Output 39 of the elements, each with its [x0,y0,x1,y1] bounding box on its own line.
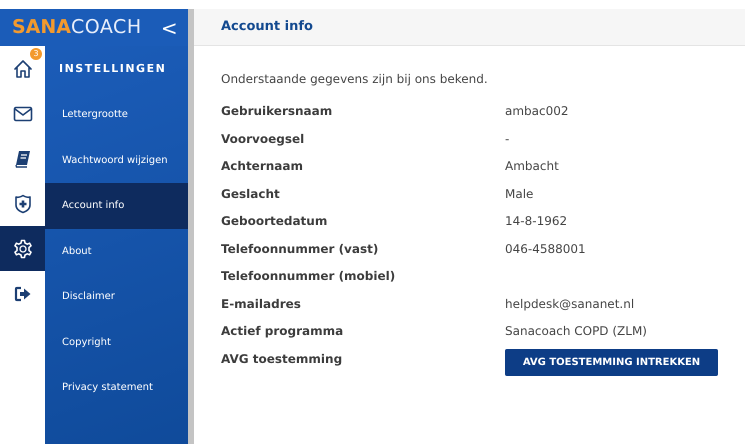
submenu-item[interactable]: Privacy statement [45,365,188,410]
notification-count: 3 [30,48,42,60]
field-label: Actief programma [221,323,344,340]
book-icon [14,150,32,168]
field-label: Telefoonnummer (vast) [221,240,380,258]
field-label: Achternaam [221,158,304,175]
field-label: Voorvoegsel [221,130,306,148]
field-label: E-mailadres [221,296,302,312]
home-icon [12,58,32,78]
intro-text: Onderstaande gegevens zijn bij ons bekend. [221,71,489,88]
revoke-consent-button[interactable]: AVG TOESTEMMING INTREKKEN [505,348,718,376]
submenu-item[interactable]: Wachtwoord wijzigen [45,138,188,183]
submenu-item[interactable]: About [45,228,188,274]
field-value: helpdesk@sananet.nl [505,296,634,312]
mail-icon [12,106,32,122]
collapse-button[interactable]: < [160,18,178,38]
settings-icon [12,238,32,258]
submenu-item[interactable]: Lettergrootte [45,92,188,138]
submenu-item[interactable]: Disclaimer [45,274,188,320]
page-title: Account info [221,18,313,36]
field-value: 046-4588001 [505,240,586,258]
field-value: Sanacoach COPD (ZLM) [505,323,647,340]
field-label: Geboortedatum [221,213,328,230]
submenu-heading: INSTELLINGEN [59,60,166,77]
field-label: Telefoonnummer (mobiel) [221,268,396,285]
field-value: - [505,130,510,148]
nav-button[interactable] [0,226,45,271]
submenu-item[interactable]: Copyright [45,320,188,365]
submenu-item[interactable]: Account info [45,183,188,228]
shield-icon [14,194,32,214]
field-value: Male [505,186,534,202]
field-label: Geslacht [221,186,281,202]
field-value: Ambacht [505,158,559,175]
field-label: AVG toestemming [221,350,344,368]
logout-icon [14,286,32,302]
field-value: ambac002 [505,103,569,120]
field-label: Gebruikersnaam [221,103,334,120]
brand-logo: SANACOACH [12,15,142,40]
field-value: 14-8-1962 [505,213,568,230]
